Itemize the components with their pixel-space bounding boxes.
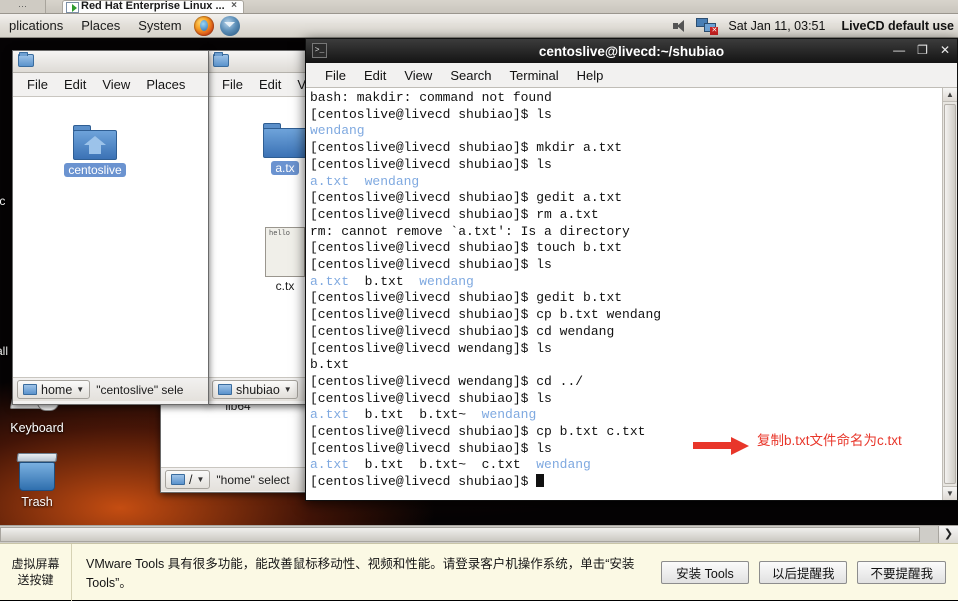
panel-clock[interactable]: Sat Jan 11, 03:51	[728, 19, 825, 33]
panel-menu-system[interactable]: System	[129, 15, 190, 37]
status-text: "centoslive" sele	[96, 382, 184, 397]
vm-horizontal-scrollbar[interactable]: ❯	[0, 525, 958, 543]
path-button-home[interactable]: home ▼	[17, 380, 91, 399]
remind-later-button[interactable]: 以后提醒我	[758, 560, 848, 584]
path-button-root[interactable]: / ▼	[165, 470, 211, 489]
menu-file[interactable]: File	[316, 68, 355, 83]
vm-icon	[66, 2, 79, 13]
vm-left-line2: 送按键	[17, 573, 54, 587]
status-bar-root: / ▼ "home" select	[161, 467, 309, 491]
menu-help[interactable]: Help	[568, 68, 613, 83]
menu-edit[interactable]: Edit	[251, 77, 289, 92]
chevron-down-icon: ▼	[196, 475, 205, 484]
vmware-tab-stub[interactable]: ···	[0, 0, 46, 13]
menu-file[interactable]: File	[19, 77, 56, 92]
chevron-down-icon: ▼	[283, 385, 292, 394]
menu-view[interactable]: View	[395, 68, 441, 83]
folder-icon	[218, 384, 232, 395]
annotation-text: 复制b.txt文件命名为c.txt	[757, 433, 902, 448]
path-button-label: shubiao	[236, 382, 280, 397]
terminal-icon: >_	[312, 43, 327, 58]
file-item-label: c.tx	[275, 279, 295, 293]
desktop-icon-label: Keyboard	[10, 421, 64, 435]
maximize-button[interactable]: ❐	[917, 42, 928, 58]
desktop-partial-label-1: tc	[0, 194, 6, 208]
vmware-vm-tab[interactable]: Red Hat Enterprise Linux ... ×	[62, 0, 244, 13]
vmware-tab-bar: ··· Red Hat Enterprise Linux ... ×	[0, 0, 958, 14]
file-list-home[interactable]: centoslive	[13, 97, 208, 377]
never-remind-button[interactable]: 不要提醒我	[857, 560, 946, 584]
path-button-label: home	[41, 382, 73, 397]
trash-icon	[14, 453, 60, 493]
terminal-titlebar[interactable]: >_ centoslive@livecd:~/shubiao — ❐ ✕	[306, 39, 957, 63]
file-manager-window-home[interactable]: File Edit View Places centoslive home ▼ …	[12, 50, 209, 405]
terminal-title: centoslive@livecd:~/shubiao	[538, 43, 725, 59]
folder-icon	[171, 474, 185, 485]
thunderbird-icon[interactable]	[219, 15, 240, 36]
vmware-tools-bar: 虚拟屏幕 送按键 VMware Tools 具有很多功能，能改善鼠标移动性、视频…	[0, 543, 958, 601]
path-button-label: /	[189, 472, 193, 487]
terminal-menubar: File Edit View Search Terminal Help	[306, 63, 957, 88]
folder-icon	[18, 52, 34, 67]
titlebar-home[interactable]	[13, 51, 208, 73]
path-button-shubiao[interactable]: shubiao ▼	[212, 380, 298, 399]
menu-edit[interactable]: Edit	[355, 68, 395, 83]
close-button[interactable]: ✕	[940, 42, 950, 58]
terminal-vertical-scrollbar[interactable]: ▲ ▼	[942, 88, 957, 500]
panel-menu-applications[interactable]: plications	[0, 15, 72, 37]
network-disconnected-icon[interactable]: ✕	[696, 17, 719, 35]
panel-menu-places[interactable]: Places	[72, 15, 129, 37]
menubar-home: File Edit View Places	[13, 73, 208, 97]
vm-left-line1: 虚拟屏幕	[11, 557, 60, 571]
desktop-partial-label-2: all	[0, 344, 9, 358]
file-item-label: centoslive	[64, 163, 126, 177]
file-item-centoslive[interactable]: centoslive	[58, 125, 132, 177]
minimize-button[interactable]: —	[893, 42, 905, 58]
scroll-up-icon[interactable]: ▲	[943, 88, 957, 102]
file-preview-text: hello	[269, 230, 291, 238]
desktop-icon-trash[interactable]: Trash	[0, 453, 74, 509]
scrollbar-thumb[interactable]	[0, 527, 920, 542]
menu-file[interactable]: File	[214, 77, 251, 92]
folder-icon	[23, 384, 37, 395]
status-text: "home" select	[216, 472, 290, 487]
status-bar-shubiao: shubiao ▼	[208, 377, 309, 401]
gnome-top-panel: plications Places System ✕ Sat Jan 11, 0…	[0, 14, 958, 38]
menu-places[interactable]: Places	[138, 77, 193, 92]
menu-view[interactable]: View	[94, 77, 138, 92]
home-folder-icon	[73, 125, 117, 161]
install-tools-button[interactable]: 安装 Tools	[660, 560, 749, 584]
annotation-arrow-icon	[693, 437, 749, 455]
text-file-icon: hello	[265, 227, 305, 277]
panel-user-label[interactable]: LiveCD default use	[841, 19, 954, 33]
file-item-c-txt[interactable]: hello c.tx	[248, 227, 309, 293]
chevron-down-icon: ▼	[76, 385, 85, 394]
vmware-tab-title: Red Hat Enterprise Linux ...	[81, 0, 225, 12]
file-item-label: a.tx	[271, 161, 299, 175]
panel-status-area: ✕ Sat Jan 11, 03:51 LiveCD default use	[672, 14, 958, 38]
titlebar-shubiao[interactable]	[208, 51, 309, 73]
scrollbar-thumb[interactable]	[944, 104, 956, 484]
menubar-shubiao: File Edit V	[208, 73, 309, 97]
file-item-a-txt[interactable]: a.tx	[248, 123, 309, 175]
scroll-right-icon[interactable]: ❯	[938, 526, 958, 543]
vmware-tools-buttons: 安装 Tools 以后提醒我 不要提醒我	[660, 560, 958, 584]
folder-icon	[213, 52, 229, 67]
error-badge-icon: ✕	[710, 26, 719, 35]
scroll-down-icon[interactable]: ▼	[943, 486, 957, 500]
folder-icon	[263, 123, 307, 159]
vmware-send-keys-label[interactable]: 虚拟屏幕 送按键	[0, 543, 72, 601]
menu-edit[interactable]: Edit	[56, 77, 94, 92]
menu-terminal[interactable]: Terminal	[501, 68, 568, 83]
firefox-icon[interactable]	[193, 15, 214, 36]
vmware-tools-message: VMware Tools 具有很多功能，能改善鼠标移动性、视频和性能。请登录客户…	[86, 557, 635, 590]
status-bar-home: home ▼ "centoslive" sele	[13, 377, 208, 401]
file-manager-window-shubiao[interactable]: File Edit V a.tx hello c.tx shubiao ▼	[207, 50, 310, 405]
menu-search[interactable]: Search	[441, 68, 500, 83]
close-icon[interactable]: ×	[231, 1, 237, 11]
desktop-icon-label: Trash	[21, 495, 53, 509]
file-list-shubiao[interactable]: a.tx hello c.tx	[208, 97, 309, 377]
volume-icon[interactable]	[672, 18, 690, 34]
